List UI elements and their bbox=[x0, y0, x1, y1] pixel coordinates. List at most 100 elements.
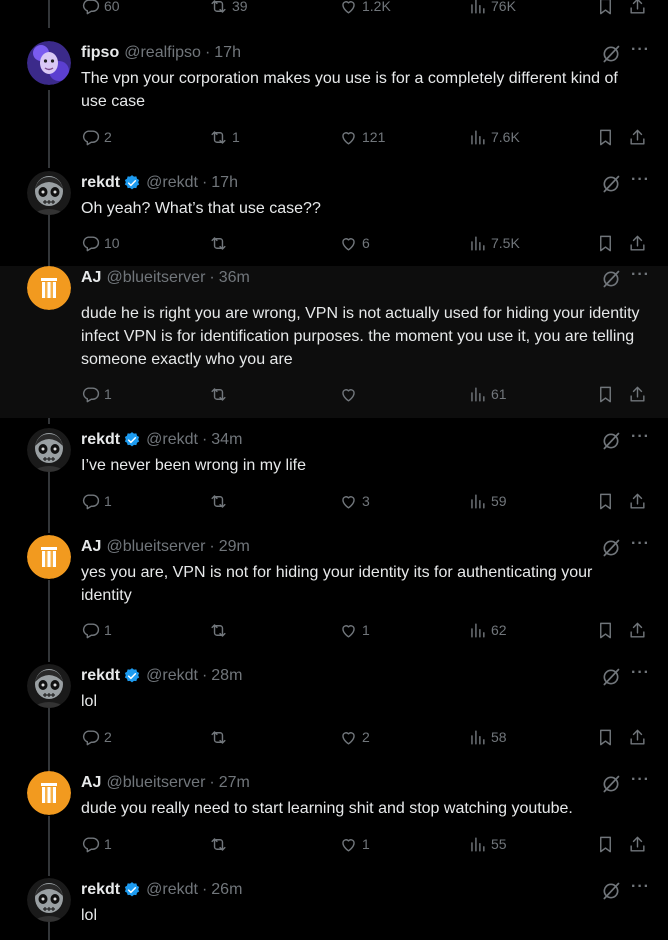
bookmark-button[interactable] bbox=[596, 834, 619, 854]
fipso-avatar[interactable] bbox=[27, 41, 71, 85]
repost-button[interactable] bbox=[209, 491, 232, 511]
like-button[interactable]: 1.2K bbox=[339, 0, 391, 16]
reply-button[interactable]: 60 bbox=[81, 0, 120, 16]
bookmark-button[interactable] bbox=[596, 491, 619, 511]
more-options-icon[interactable]: ··· bbox=[631, 536, 651, 557]
more-options-icon[interactable]: ··· bbox=[631, 172, 651, 193]
like-button[interactable]: 1 bbox=[339, 834, 370, 854]
repost-button[interactable] bbox=[209, 384, 232, 404]
reply-count: 1 bbox=[104, 836, 112, 852]
views-button[interactable]: 58 bbox=[468, 727, 507, 747]
grok-icon[interactable] bbox=[601, 431, 621, 451]
grok-icon[interactable] bbox=[601, 538, 621, 558]
display-name[interactable]: rekdt bbox=[81, 174, 120, 192]
views-button[interactable]: 7.5K bbox=[468, 233, 520, 253]
timestamp[interactable]: 36m bbox=[219, 269, 250, 287]
repost-button[interactable] bbox=[209, 834, 232, 854]
bookmark-icon bbox=[600, 836, 611, 852]
grok-icon[interactable] bbox=[601, 44, 621, 64]
repost-button[interactable] bbox=[209, 233, 232, 253]
display-name[interactable]: AJ bbox=[81, 774, 101, 792]
bookmark-button[interactable] bbox=[596, 620, 619, 640]
like-button[interactable]: 1 bbox=[339, 620, 370, 640]
more-options-icon[interactable]: ··· bbox=[631, 879, 651, 900]
display-name[interactable]: rekdt bbox=[81, 667, 120, 685]
share-button[interactable] bbox=[628, 834, 651, 854]
skull-avatar[interactable] bbox=[27, 664, 71, 708]
like-button[interactable]: 6 bbox=[339, 233, 370, 253]
bookmark-button[interactable] bbox=[596, 384, 619, 404]
reply-button[interactable]: 2 bbox=[81, 727, 112, 747]
repost-button[interactable] bbox=[209, 620, 232, 640]
aj-avatar[interactable] bbox=[27, 535, 71, 579]
more-options-icon[interactable]: ··· bbox=[631, 267, 651, 288]
views-button[interactable]: 7.6K bbox=[468, 127, 520, 147]
timestamp[interactable]: 26m bbox=[211, 881, 242, 899]
grok-icon[interactable] bbox=[601, 667, 621, 687]
grok-icon[interactable] bbox=[601, 174, 621, 194]
display-name[interactable]: rekdt bbox=[81, 431, 120, 449]
display-name[interactable]: AJ bbox=[81, 269, 101, 287]
more-options-icon[interactable]: ··· bbox=[631, 665, 651, 686]
bookmark-button[interactable] bbox=[596, 233, 619, 253]
like-button[interactable]: 121 bbox=[339, 127, 385, 147]
aj-avatar[interactable] bbox=[27, 266, 71, 310]
reply-button[interactable]: 1 bbox=[81, 834, 112, 854]
reply-button[interactable]: 2 bbox=[81, 127, 112, 147]
aj-avatar[interactable] bbox=[27, 771, 71, 815]
user-handle[interactable]: @rekdt bbox=[146, 174, 198, 192]
reply-button[interactable]: 10 bbox=[81, 233, 120, 253]
views-button[interactable]: 62 bbox=[468, 620, 507, 640]
display-name[interactable]: fipso bbox=[81, 44, 119, 62]
more-options-icon[interactable]: ··· bbox=[631, 42, 651, 63]
grok-icon[interactable] bbox=[601, 881, 621, 901]
reply-button[interactable]: 1 bbox=[81, 620, 112, 640]
skull-avatar[interactable] bbox=[27, 878, 71, 922]
timestamp[interactable]: 17h bbox=[214, 44, 241, 62]
timestamp[interactable]: 27m bbox=[219, 774, 250, 792]
more-options-icon[interactable]: ··· bbox=[631, 429, 651, 450]
share-button[interactable] bbox=[628, 491, 651, 511]
display-name[interactable]: AJ bbox=[81, 538, 101, 556]
timestamp[interactable]: 34m bbox=[211, 431, 242, 449]
like-button[interactable] bbox=[339, 384, 362, 404]
skull-avatar[interactable] bbox=[27, 428, 71, 472]
share-button[interactable] bbox=[628, 127, 651, 147]
views-button[interactable]: 76K bbox=[468, 0, 516, 16]
timestamp[interactable]: 29m bbox=[219, 538, 250, 556]
share-button[interactable] bbox=[628, 727, 651, 747]
like-button[interactable]: 2 bbox=[339, 727, 370, 747]
views-button[interactable]: 55 bbox=[468, 834, 507, 854]
skull-avatar[interactable] bbox=[27, 171, 71, 215]
timestamp[interactable]: 17h bbox=[211, 174, 238, 192]
more-options-icon[interactable]: ··· bbox=[631, 772, 651, 793]
bookmark-button[interactable] bbox=[596, 0, 619, 16]
views-button[interactable]: 59 bbox=[468, 491, 507, 511]
repost-button[interactable]: 39 bbox=[209, 0, 248, 16]
user-handle[interactable]: @rekdt bbox=[146, 431, 198, 449]
user-handle[interactable]: @blueitserver bbox=[106, 774, 205, 792]
user-handle[interactable]: @rekdt bbox=[146, 881, 198, 899]
user-handle[interactable]: @rekdt bbox=[146, 667, 198, 685]
display-name[interactable]: rekdt bbox=[81, 881, 120, 899]
tweet-header: rekdt @rekdt · 26m bbox=[81, 880, 242, 900]
user-handle[interactable]: @blueitserver bbox=[106, 538, 205, 556]
reply-button[interactable]: 1 bbox=[81, 491, 112, 511]
timestamp[interactable]: 28m bbox=[211, 667, 242, 685]
repost-button[interactable]: 1 bbox=[209, 127, 240, 147]
user-handle[interactable]: @blueitserver bbox=[106, 269, 205, 287]
bookmark-button[interactable] bbox=[596, 727, 619, 747]
share-button[interactable] bbox=[628, 384, 651, 404]
share-button[interactable] bbox=[628, 0, 651, 16]
grok-icon[interactable] bbox=[601, 774, 621, 794]
share-button[interactable] bbox=[628, 233, 651, 253]
repost-button[interactable] bbox=[209, 727, 232, 747]
grok-icon[interactable] bbox=[601, 269, 621, 289]
like-button[interactable]: 3 bbox=[339, 491, 370, 511]
user-handle[interactable]: @realfipso bbox=[124, 44, 201, 62]
bookmark-button[interactable] bbox=[596, 127, 619, 147]
reply-button[interactable]: 1 bbox=[81, 384, 112, 404]
share-button[interactable] bbox=[628, 620, 651, 640]
repost-icon bbox=[211, 623, 226, 637]
views-button[interactable]: 61 bbox=[468, 384, 507, 404]
